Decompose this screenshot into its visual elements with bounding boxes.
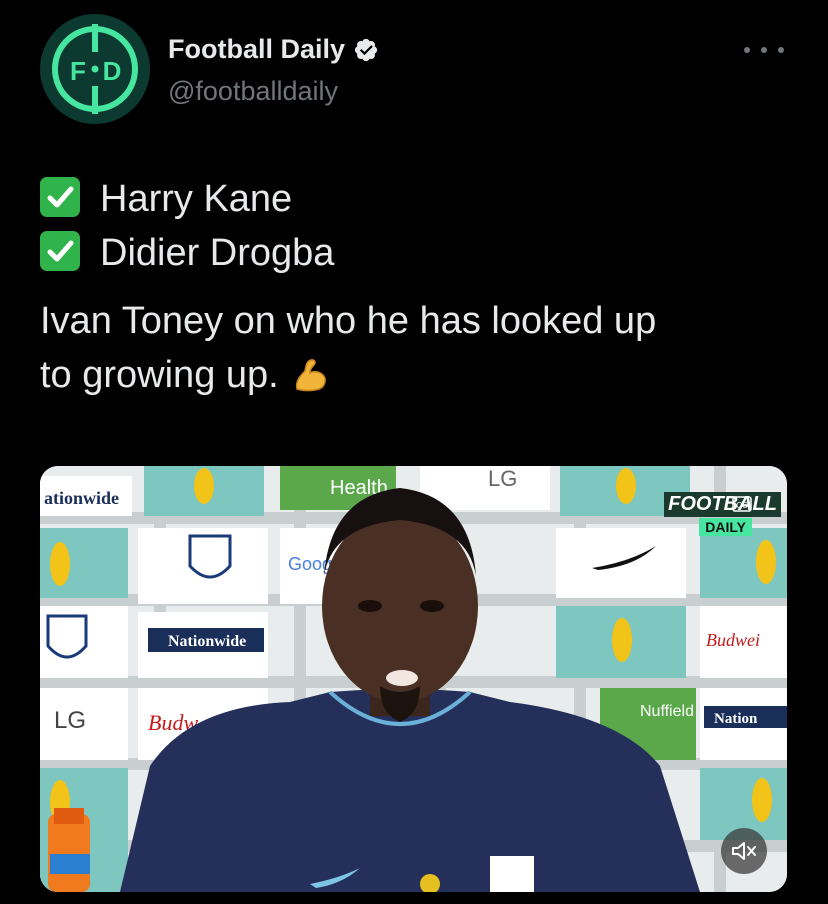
svg-text:Nation: Nation [714, 711, 758, 727]
svg-text:Budwei: Budwei [706, 630, 760, 650]
verified-badge-icon [354, 38, 378, 61]
tweet-body: Ivan Toney on who he has looked up to gr… [40, 294, 788, 402]
svg-text:F: F [70, 56, 86, 86]
video-player[interactable]: ationwide Health LG Google Nationwide Bu… [40, 466, 787, 892]
tweet-text: Harry Kane Didier Drogba Ivan Toney on w… [40, 172, 788, 402]
svg-text:Nationwide: Nationwide [168, 633, 246, 650]
check-mark-button-icon [40, 231, 80, 271]
more-dot-icon [744, 47, 750, 53]
svg-text:D: D [103, 56, 122, 86]
check-mark-button-icon [40, 177, 80, 217]
name-row: Football Daily [168, 34, 379, 65]
account-handle[interactable]: @footballdaily [168, 76, 338, 107]
svg-text:LG: LG [54, 707, 86, 734]
watermark-sub: DAILY [699, 518, 752, 536]
tweet-body-line: to growing up. [40, 348, 788, 402]
avatar[interactable]: F D [40, 14, 150, 124]
tweet-header: F D Football Daily @footballdaily [40, 14, 788, 124]
watermark-word: FOOTBALL [664, 492, 781, 517]
check-line-1: Harry Kane [40, 172, 788, 226]
tweet-body-text: to growing up. [40, 354, 279, 396]
mute-button[interactable] [721, 828, 767, 874]
tweet-body-line: Ivan Toney on who he has looked up [40, 300, 657, 342]
speaker-muted-icon [732, 842, 756, 860]
video-frame: ationwide Health LG Google Nationwide Bu… [40, 466, 787, 892]
football-daily-logo-icon: F D [42, 16, 148, 122]
more-dot-icon [761, 47, 767, 53]
svg-text:Nuffield: Nuffield [640, 703, 694, 720]
svg-text:CC: CC [736, 501, 748, 510]
more-options-button[interactable] [744, 40, 784, 60]
check-text: Harry Kane [100, 178, 293, 220]
check-text: Didier Drogba [100, 232, 335, 274]
svg-text:ationwide: ationwide [44, 488, 119, 508]
more-dot-icon [778, 47, 784, 53]
cc-icon[interactable]: CC [732, 496, 752, 512]
flexed-biceps-icon [295, 359, 326, 392]
svg-text:LG: LG [488, 466, 517, 491]
check-line-2: Didier Drogba [40, 226, 788, 280]
football-daily-watermark: FOOTBALL DAILY [664, 490, 784, 536]
display-name[interactable]: Football Daily [168, 34, 345, 65]
